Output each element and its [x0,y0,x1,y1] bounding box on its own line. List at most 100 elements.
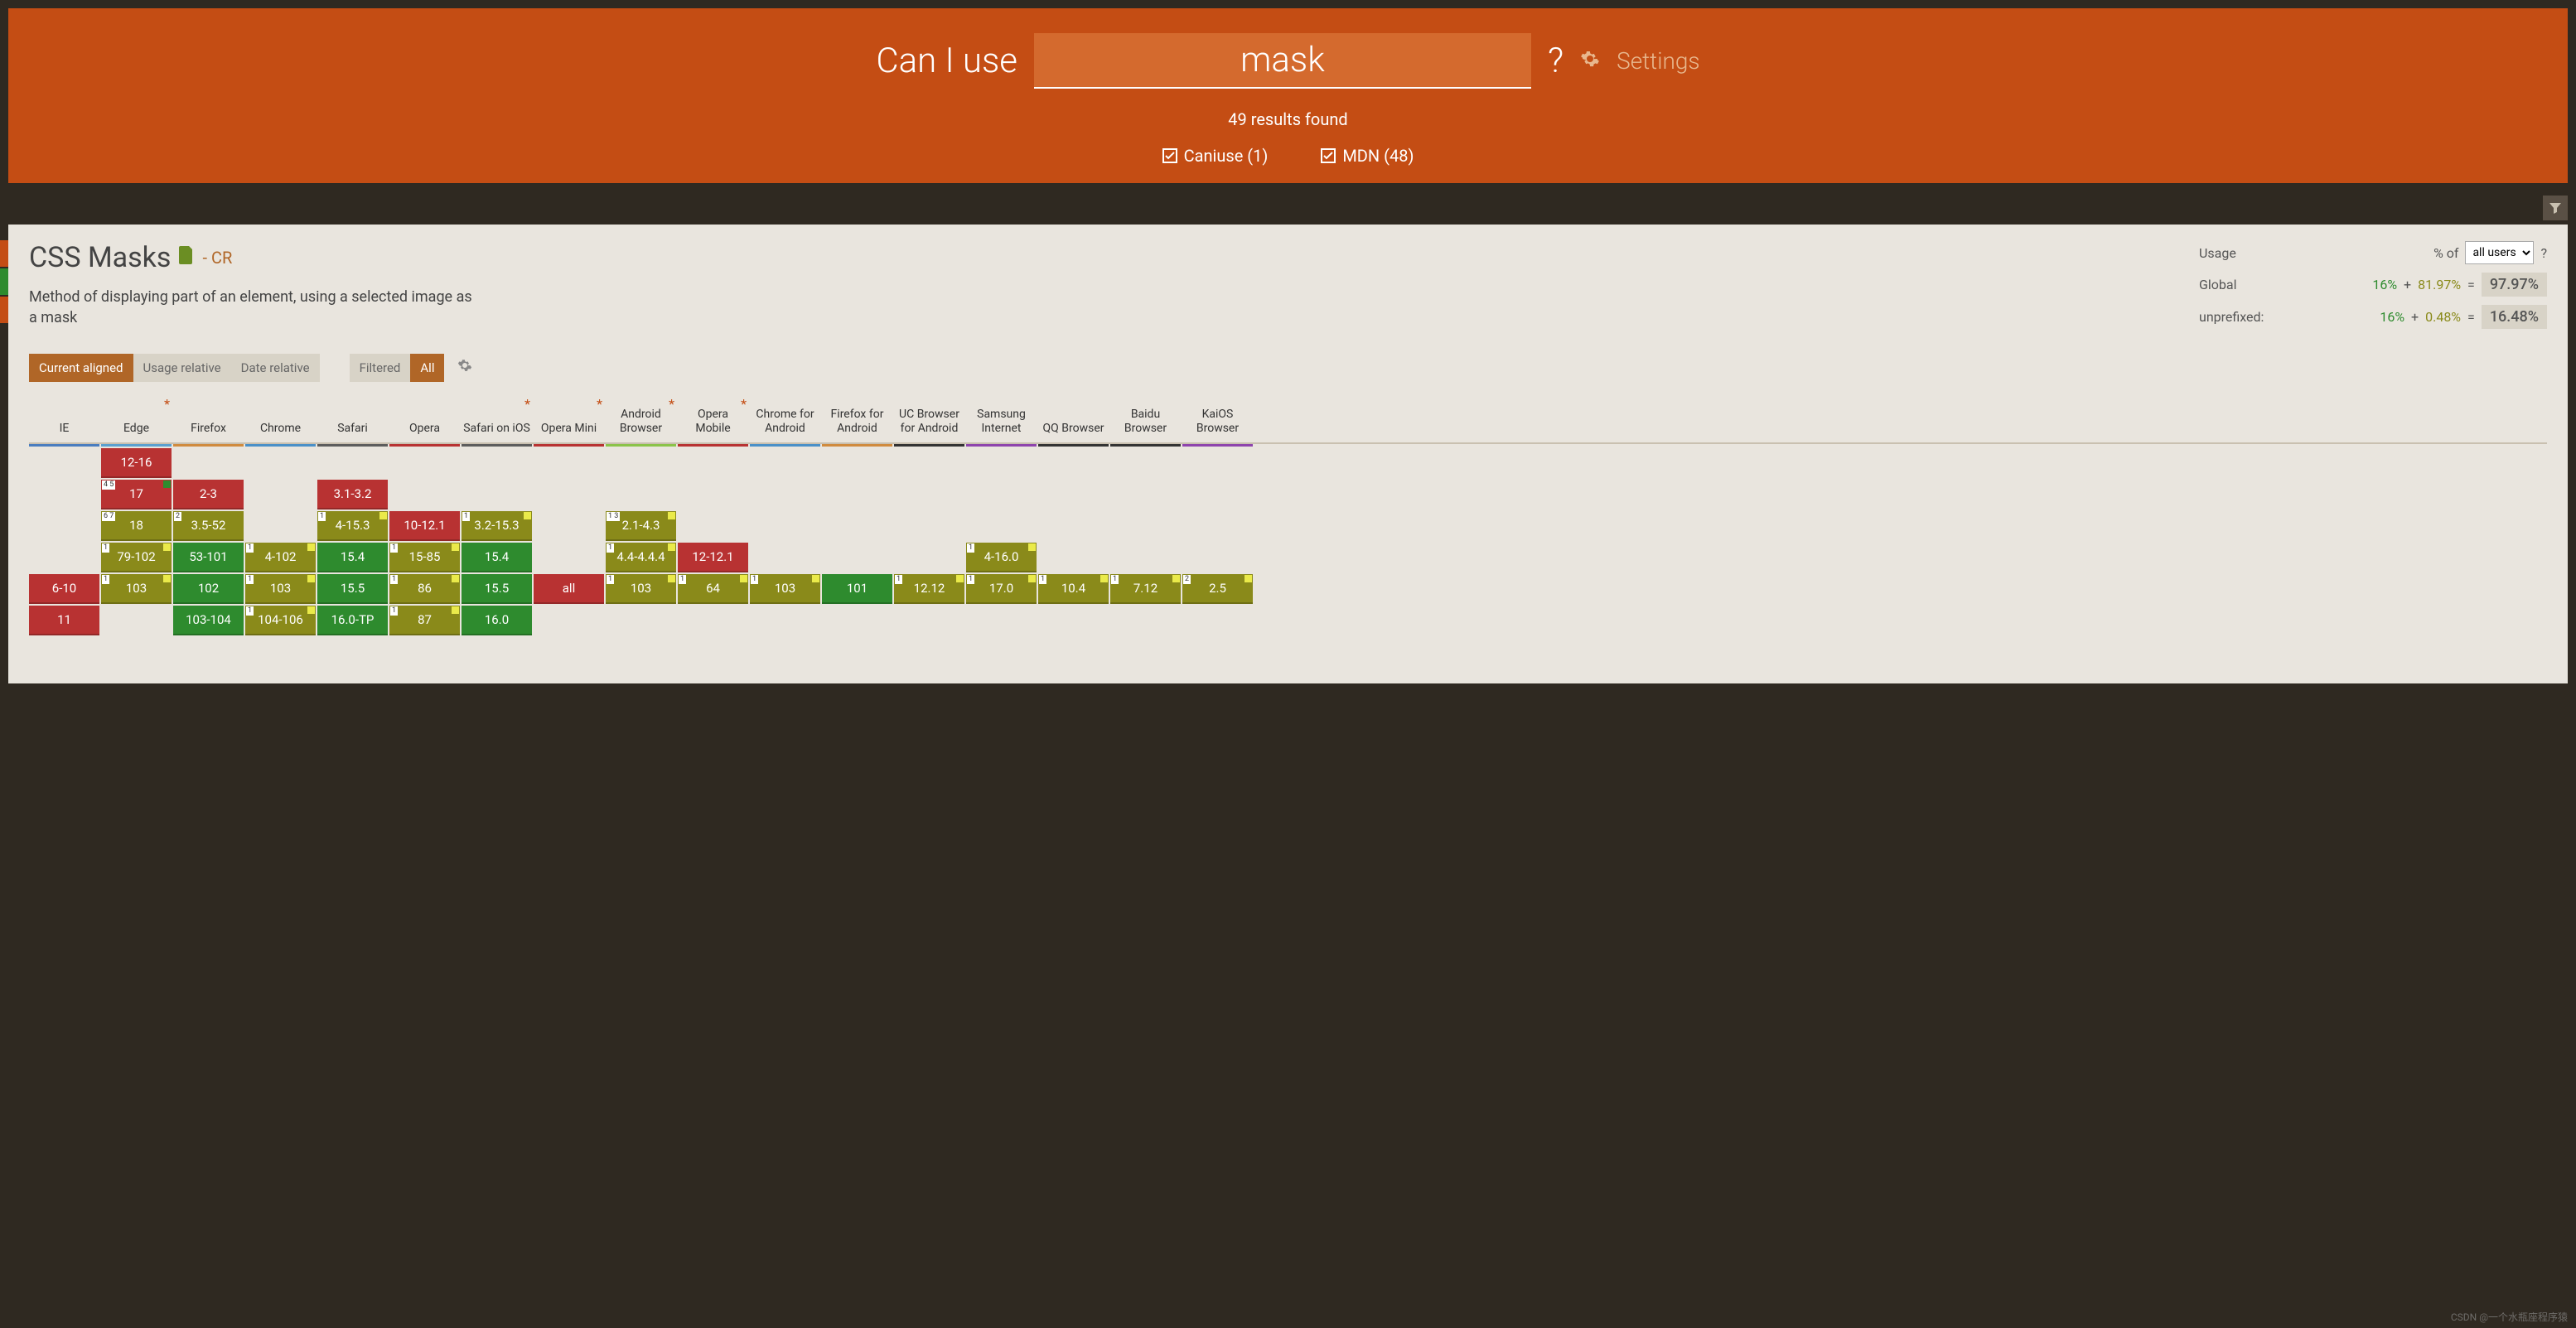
browser-header-qq[interactable]: QQ Browser [1038,398,1109,442]
watermark: CSDN @一个水瓶座程序猿 [2451,1310,2568,1324]
browser-column: 2.52 [1182,447,1253,667]
browser-column: 10.41 [1038,447,1109,667]
tab-all[interactable]: All [410,354,444,382]
tab-date-relative[interactable]: Date relative [231,354,320,382]
caniuse-checkbox[interactable]: Caniuse (1) [1162,146,1269,166]
usage-help-icon[interactable]: ? [2540,245,2547,261]
spec-status[interactable]: - CR [202,248,232,268]
search-input[interactable] [1034,33,1531,89]
version-cell[interactable]: 4.4-4.4.41 [606,543,676,572]
version-cell[interactable]: 12-16 [101,448,172,478]
version-cell[interactable]: 7.121 [1110,574,1181,604]
version-cell[interactable]: 3.2-15.31 [462,511,532,541]
version-cell[interactable]: 641 [678,574,748,604]
version-cell[interactable]: 16.0 [462,606,532,635]
version-cell[interactable]: 10-12.1 [389,511,460,541]
version-cell[interactable]: 79-1021 [101,543,172,572]
browser-header-ffa[interactable]: Firefox for Android [822,398,892,442]
version-cell[interactable]: 2-3 [173,480,244,509]
version-cell[interactable]: 4-1021 [245,543,316,572]
version-cell[interactable]: 1031 [101,574,172,604]
version-cell[interactable]: 11 [29,606,99,635]
browser-column: 7.121 [1110,447,1181,667]
browser-column: 2-33.5-52253-101102103-104 [173,447,244,667]
browser-header-sf[interactable]: Safari [317,398,388,442]
version-cell[interactable]: 15.4 [317,543,388,572]
version-cell[interactable]: 15.5 [317,574,388,604]
version-cell[interactable]: 12-12.1 [678,543,748,572]
usage-select[interactable]: all users [2465,241,2534,264]
version-cell[interactable]: 4-16.01 [966,543,1037,572]
results-count: 49 results found [25,109,2551,129]
version-cell[interactable]: 174 5 [101,480,172,509]
browser-column: 2.1-4.31 34.4-4.4.411031 [606,447,676,667]
browser-column: 12-16174 5186 779-10211031 [101,447,172,667]
usage-global-row: Global 16% + 81.97% = 97.97% [2199,273,2547,297]
version-cell[interactable]: 16.0-TP [317,606,388,635]
version-cell[interactable]: 15.4 [462,543,532,572]
version-cell[interactable]: 15.5 [462,574,532,604]
filter-icon[interactable] [2543,196,2568,220]
browser-column: 4-16.0117.01 [966,447,1037,667]
browser-header-ch[interactable]: Chrome [245,398,316,442]
version-cell[interactable]: 871 [389,606,460,635]
version-cell[interactable]: all [534,574,604,604]
browser-header-uc[interactable]: UC Browser for Android [894,398,964,442]
mdn-checkbox[interactable]: MDN (48) [1321,146,1414,166]
document-icon[interactable] [179,246,194,269]
version-cell[interactable]: 10.41 [1038,574,1109,604]
version-cell[interactable]: 12.121 [894,574,964,604]
browser-header-omini[interactable]: Opera Mini [534,398,604,442]
browser-column: 12-12.1641 [678,447,748,667]
settings-link[interactable]: Settings [1617,47,1700,75]
version-cell[interactable]: 3.5-522 [173,511,244,541]
feature-title: CSS Masks - CR [29,241,476,274]
version-cell[interactable]: 186 7 [101,511,172,541]
version-cell[interactable]: 1031 [750,574,820,604]
version-cell[interactable]: 1031 [606,574,676,604]
browser-column: 3.2-15.3115.415.516.0 [462,447,532,667]
version-cell[interactable]: 2.1-4.31 3 [606,511,676,541]
version-cell[interactable]: 15-851 [389,543,460,572]
browser-header-edge[interactable]: Edge [101,398,172,442]
version-cell[interactable]: 1031 [245,574,316,604]
version-cell[interactable]: 3.1-3.2 [317,480,388,509]
gear-icon[interactable] [1580,49,1600,74]
browser-column: 4-10211031104-1061 [245,447,316,667]
browser-header-bb[interactable]: Baidu Browser [1110,398,1181,442]
version-cell[interactable]: 4-15.31 [317,511,388,541]
browser-header-ff[interactable]: Firefox [173,398,244,442]
browser-header-cfa[interactable]: Chrome for Android [750,398,820,442]
feature-description: Method of displaying part of an element,… [29,287,476,328]
tab-usage-relative[interactable]: Usage relative [133,354,231,382]
usage-unprefixed-row: unprefixed: 16% + 0.48% = 16.48% [2199,305,2547,329]
browser-header-op[interactable]: Opera [389,398,460,442]
browser-header-kai[interactable]: KaiOS Browser [1182,398,1253,442]
browser-header-om[interactable]: Opera Mobile [678,398,748,442]
help-icon[interactable]: ? [1548,41,1563,81]
version-cell[interactable]: 103-104 [173,606,244,635]
version-cell[interactable]: 6-10 [29,574,99,604]
version-cell[interactable]: 53-101 [173,543,244,572]
browser-header-sios[interactable]: Safari on iOS [462,398,532,442]
support-grid: IEEdgeFirefoxChromeSafariOperaSafari on … [29,398,2547,667]
side-handle[interactable] [0,240,8,323]
version-cell[interactable]: 17.01 [966,574,1037,604]
version-cell[interactable]: 102 [173,574,244,604]
header: Can I use ? Settings 49 results found Ca… [8,8,2568,183]
version-cell[interactable]: 104-1061 [245,606,316,635]
tab-current-aligned[interactable]: Current aligned [29,354,133,382]
feature-panel: CSS Masks - CR Method of displaying part… [8,225,2568,683]
version-cell[interactable]: 2.52 [1182,574,1253,604]
version-cell[interactable]: 861 [389,574,460,604]
browser-column: 101 [822,447,892,667]
browser-column: 10-12.115-851861871 [389,447,460,667]
tab-filtered[interactable]: Filtered [350,354,411,382]
browser-header-ie[interactable]: IE [29,398,99,442]
browser-column: 12.121 [894,447,964,667]
view-settings-icon[interactable] [457,358,472,377]
version-cell[interactable]: 101 [822,574,892,604]
browser-column: 6-1011 [29,447,99,667]
browser-header-ab[interactable]: Android Browser [606,398,676,442]
browser-header-si[interactable]: Samsung Internet [966,398,1037,442]
